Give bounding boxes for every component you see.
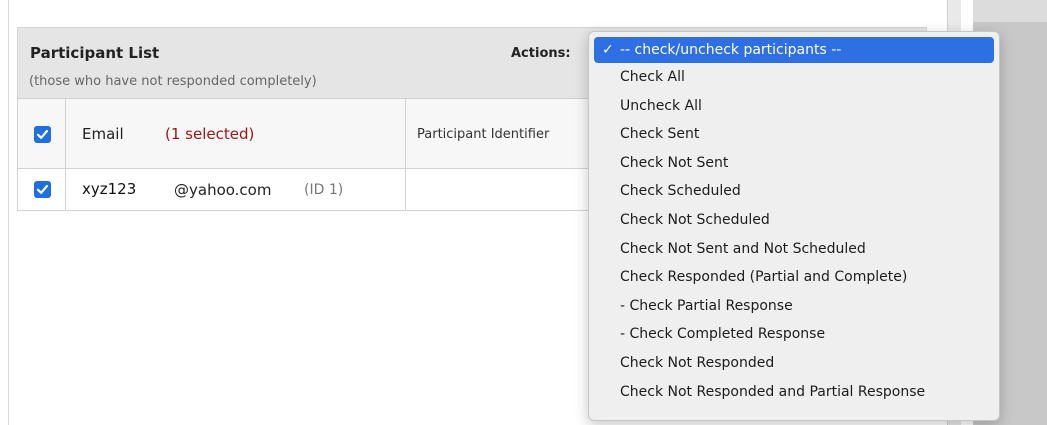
dropdown-option-check-sent[interactable]: Check Sent xyxy=(589,120,999,149)
dropdown-option-check-not-scheduled[interactable]: Check Not Scheduled xyxy=(589,206,999,235)
dropdown-option-check-uncheck-participants[interactable]: ✓ -- check/uncheck participants -- xyxy=(594,37,994,63)
actions-dropdown-menu[interactable]: ✓ -- check/uncheck participants -- Check… xyxy=(588,31,1000,421)
actions-label: Actions: xyxy=(511,46,571,61)
selected-count: (1 selected) xyxy=(165,125,255,143)
panel-border xyxy=(8,0,9,425)
dropdown-option-check-scheduled[interactable]: Check Scheduled xyxy=(589,177,999,206)
selected-check-icon: ✓ xyxy=(602,42,614,58)
identifier-header-label: Participant Identifier xyxy=(417,127,550,142)
row-check-cell xyxy=(18,169,66,210)
dropdown-option-check-partial-response[interactable]: - Check Partial Response xyxy=(589,292,999,321)
email-column-header: Email (1 selected) xyxy=(66,99,406,168)
dropdown-option-check-completed-response[interactable]: - Check Completed Response xyxy=(589,320,999,349)
email-header-label: Email xyxy=(82,125,124,143)
option-label: -- check/uncheck participants -- xyxy=(620,42,842,58)
dropdown-option-check-all[interactable]: Check All xyxy=(589,63,999,92)
checkmark-icon xyxy=(36,184,49,194)
dropdown-option-check-not-responded[interactable]: Check Not Responded xyxy=(589,349,999,378)
identifier-column-header: Participant Identifier xyxy=(407,99,607,168)
dropdown-option-uncheck-all[interactable]: Uncheck All xyxy=(589,92,999,121)
select-all-checkbox[interactable] xyxy=(34,126,51,143)
panel-subtitle: (those who have not responded completely… xyxy=(29,74,317,89)
dropdown-option-check-responded[interactable]: Check Responded (Partial and Complete) xyxy=(589,263,999,292)
participant-id: (ID 1) xyxy=(304,182,344,198)
identifier-cell xyxy=(407,169,607,210)
dropdown-option-check-not-sent[interactable]: Check Not Sent xyxy=(589,149,999,178)
dropdown-option-check-not-sent-not-scheduled[interactable]: Check Not Sent and Not Scheduled xyxy=(589,235,999,264)
email-domain: @yahoo.com xyxy=(174,181,272,199)
panel-title: Participant List xyxy=(30,44,160,62)
email-cell: xyz123 @yahoo.com (ID 1) xyxy=(66,169,406,210)
dropdown-option-check-not-responded-partial[interactable]: Check Not Responded and Partial Response xyxy=(589,378,999,407)
header-check-cell xyxy=(18,99,66,168)
row-checkbox[interactable] xyxy=(34,181,51,198)
email-username: xyz123 xyxy=(82,180,137,198)
survey-participant-page: Participant List (those who have not res… xyxy=(0,0,1047,425)
checkmark-icon xyxy=(36,129,49,139)
side-panel-top xyxy=(973,0,1047,22)
